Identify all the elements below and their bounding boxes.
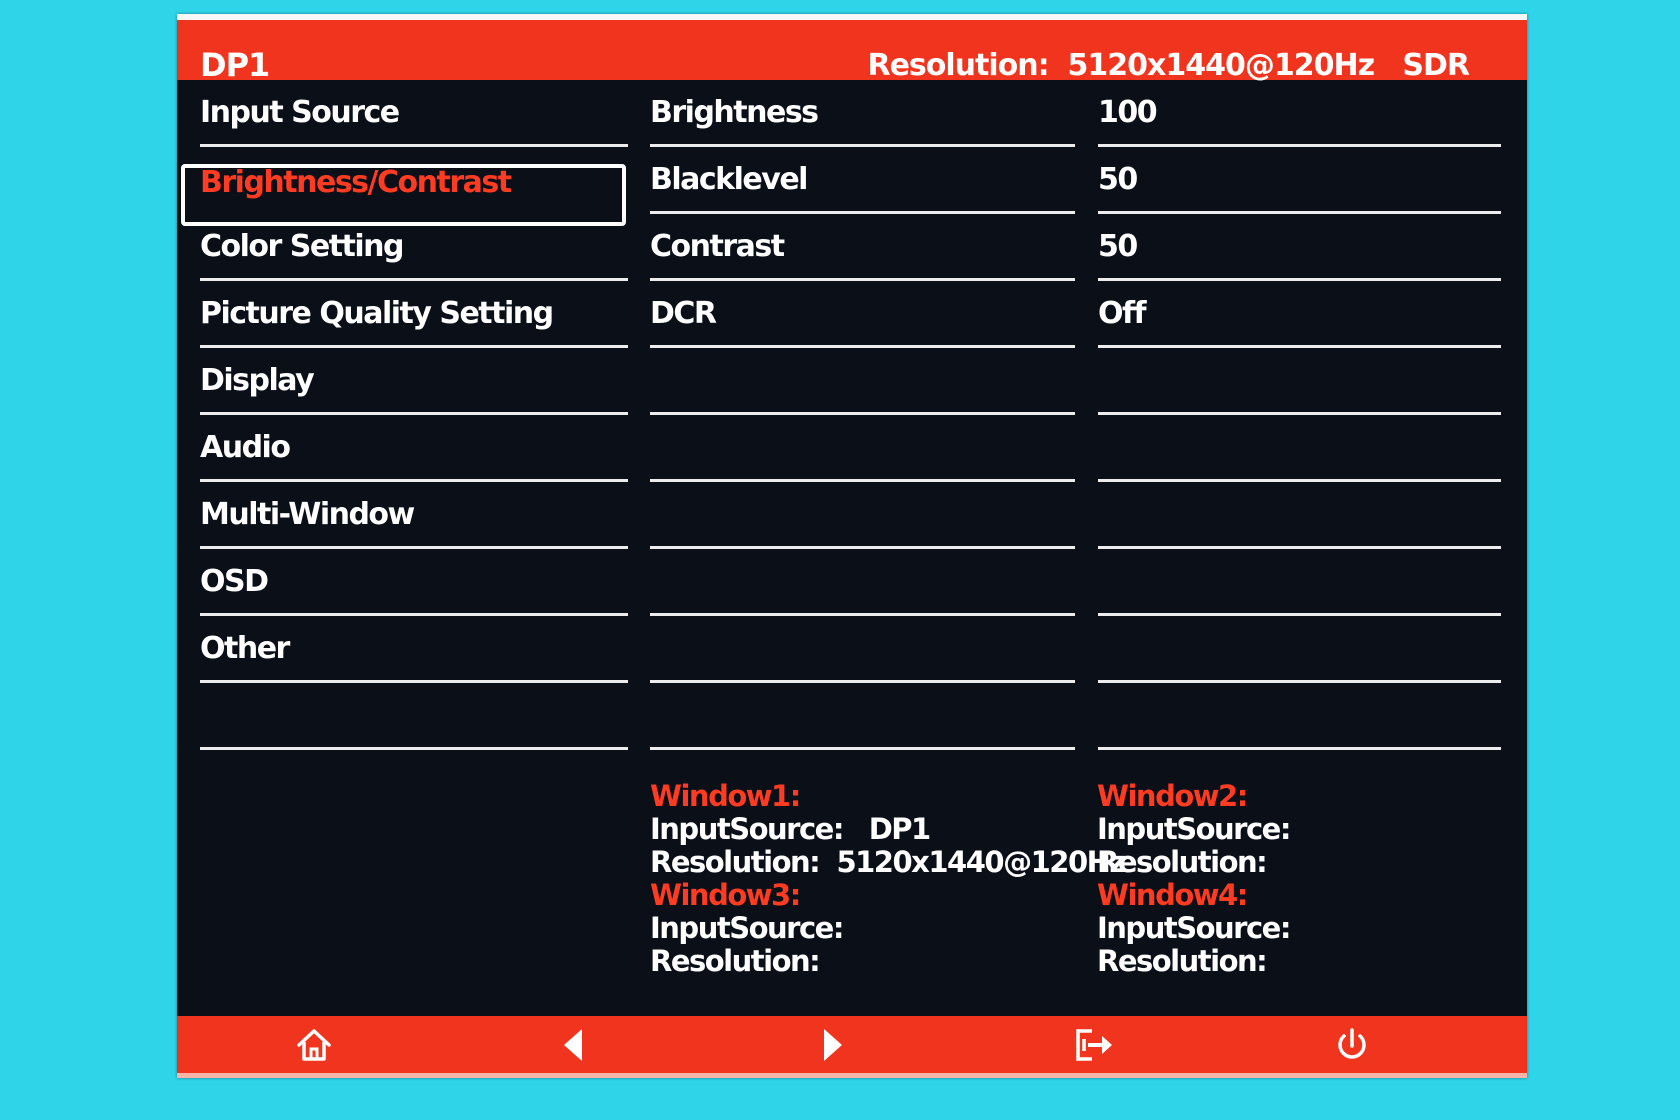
current-source: DP1 (200, 46, 270, 84)
param-empty (650, 549, 1075, 616)
value-label: 50 (1098, 162, 1138, 197)
window1-info: Window1: InputSource: DP1 Resolution: 51… (650, 779, 1126, 978)
menu-item-label: Multi-Window (200, 497, 415, 532)
menu-item-label: Input Source (200, 95, 400, 130)
param-empty (650, 616, 1075, 683)
power-icon (1338, 1028, 1366, 1059)
value-dcr[interactable]: Off (1098, 281, 1501, 348)
value-label: 50 (1098, 229, 1138, 264)
window4-res-label: Resolution: (1097, 944, 1268, 978)
value-empty (1098, 482, 1501, 549)
param-contrast[interactable]: Contrast (650, 214, 1075, 281)
window4-input-label: InputSource: (1097, 911, 1291, 945)
menu-item-color-setting[interactable]: Color Setting (200, 214, 628, 281)
menu-item-osd[interactable]: OSD (200, 549, 628, 616)
value-empty (1098, 348, 1501, 415)
value-empty (1098, 549, 1501, 616)
window1-res-label: Resolution: (650, 845, 821, 879)
home-button[interactable] (284, 1022, 344, 1068)
window3-input-label: InputSource: (650, 911, 844, 945)
menu-item-label: Color Setting (200, 229, 405, 264)
right-arrow-icon (824, 1029, 842, 1061)
value-empty (1098, 616, 1501, 683)
window2-info: Window2: InputSource: Resolution: Window… (1097, 779, 1291, 978)
menu-item-label: OSD (200, 564, 269, 599)
param-label: DCR (650, 296, 717, 331)
value-brightness[interactable]: 100 (1098, 80, 1501, 147)
menu-item-display[interactable]: Display (200, 348, 628, 415)
menu-item-audio[interactable]: Audio (200, 415, 628, 482)
param-empty (650, 482, 1075, 549)
menu-item-other[interactable]: Other (200, 616, 628, 683)
right-button[interactable] (803, 1022, 863, 1068)
param-label: Brightness (650, 95, 819, 130)
left-button[interactable] (543, 1022, 603, 1068)
home-icon (297, 1029, 331, 1061)
window1-input-label: InputSource: (650, 812, 844, 846)
param-empty (650, 683, 1075, 750)
header-bar: DP1 Resolution: 5120x1440@120Hz SDR (177, 14, 1527, 84)
menu-item-multi-window[interactable]: Multi-Window (200, 482, 628, 549)
param-empty (650, 415, 1075, 482)
menu-item-label: Picture Quality Setting (200, 296, 554, 331)
window2-title: Window2: (1097, 779, 1248, 813)
value-label: Off (1098, 296, 1147, 331)
control-bar (177, 1016, 1527, 1078)
value-empty (1098, 683, 1501, 750)
menu-item-picture-quality[interactable]: Picture Quality Setting (200, 281, 628, 348)
param-label: Blacklevel (650, 162, 808, 197)
left-arrow-icon (564, 1029, 582, 1061)
exit-button[interactable] (1062, 1022, 1122, 1068)
menu-item-empty (200, 683, 628, 750)
value-empty (1098, 415, 1501, 482)
window3-title: Window3: (650, 878, 801, 912)
window4-title: Window4: (1097, 878, 1248, 912)
menu-item-input-source[interactable]: Input Source (200, 80, 628, 147)
menu-item-brightness-contrast[interactable]: Brightness/Contrast (200, 147, 628, 214)
menu-item-label: Audio (200, 430, 291, 465)
value-blacklevel[interactable]: 50 (1098, 147, 1501, 214)
value-label: 100 (1098, 95, 1158, 130)
menu-item-label: Other (200, 631, 290, 666)
exit-icon (1076, 1029, 1112, 1061)
menu-item-label: Display (200, 363, 315, 398)
param-label: Contrast (650, 229, 785, 264)
window2-res-label: Resolution: (1097, 845, 1268, 879)
param-dcr[interactable]: DCR (650, 281, 1075, 348)
window1-res-value: 5120x1440@120Hz (836, 845, 1126, 879)
param-brightness[interactable]: Brightness (650, 80, 1075, 147)
power-button[interactable] (1322, 1022, 1382, 1068)
window1-input-value: DP1 (868, 812, 932, 846)
window3-res-label: Resolution: (650, 944, 821, 978)
param-empty (650, 348, 1075, 415)
value-contrast[interactable]: 50 (1098, 214, 1501, 281)
osd-panel: DP1 Resolution: 5120x1440@120Hz SDR Inpu… (177, 14, 1527, 1078)
window1-title: Window1: (650, 779, 801, 813)
param-blacklevel[interactable]: Blacklevel (650, 147, 1075, 214)
menu-item-label: Brightness/Contrast (200, 165, 512, 200)
window2-input-label: InputSource: (1097, 812, 1291, 846)
resolution-status: Resolution: 5120x1440@120Hz SDR (867, 48, 1470, 83)
